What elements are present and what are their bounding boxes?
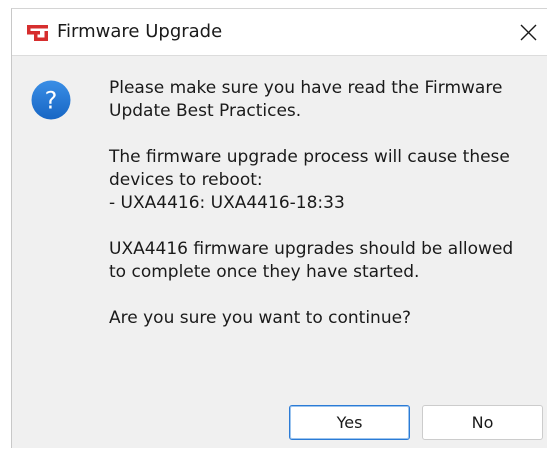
message-line: The firmware upgrade process will cause … <box>109 147 510 167</box>
dialog-title: Firmware Upgrade <box>57 21 223 42</box>
question-icon: ? <box>31 80 71 120</box>
close-icon <box>520 24 536 40</box>
app-logo-icon <box>27 25 48 41</box>
message-paragraph: Please make sure you have read the Firmw… <box>109 77 541 123</box>
no-button[interactable]: No <box>422 405 543 440</box>
svg-text:?: ? <box>45 87 58 115</box>
message-paragraph: UXA4416 firmware upgrades should be allo… <box>109 238 541 284</box>
title-bar: Firmware Upgrade <box>12 9 547 56</box>
message-line: devices to reboot: <box>109 170 263 190</box>
yes-button[interactable]: Yes <box>289 405 410 440</box>
confirm-question: Are you sure you want to continue? <box>109 308 412 328</box>
message-paragraph: The firmware upgrade process will cause … <box>109 146 541 215</box>
message-line: UXA4416 firmware upgrades should be allo… <box>109 239 514 259</box>
message-line: Update Best Practices. <box>109 101 302 121</box>
device-list-item: - UXA4416: UXA4416-18:33 <box>109 193 345 213</box>
firmware-upgrade-dialog: Firmware Upgrade ? Please make sure you … <box>11 8 547 448</box>
message-text: Please make sure you have read the Firmw… <box>109 77 541 353</box>
message-line: to complete once they have started. <box>109 262 420 282</box>
message-line: Please make sure you have read the Firmw… <box>109 78 503 98</box>
close-button[interactable] <box>511 15 545 49</box>
